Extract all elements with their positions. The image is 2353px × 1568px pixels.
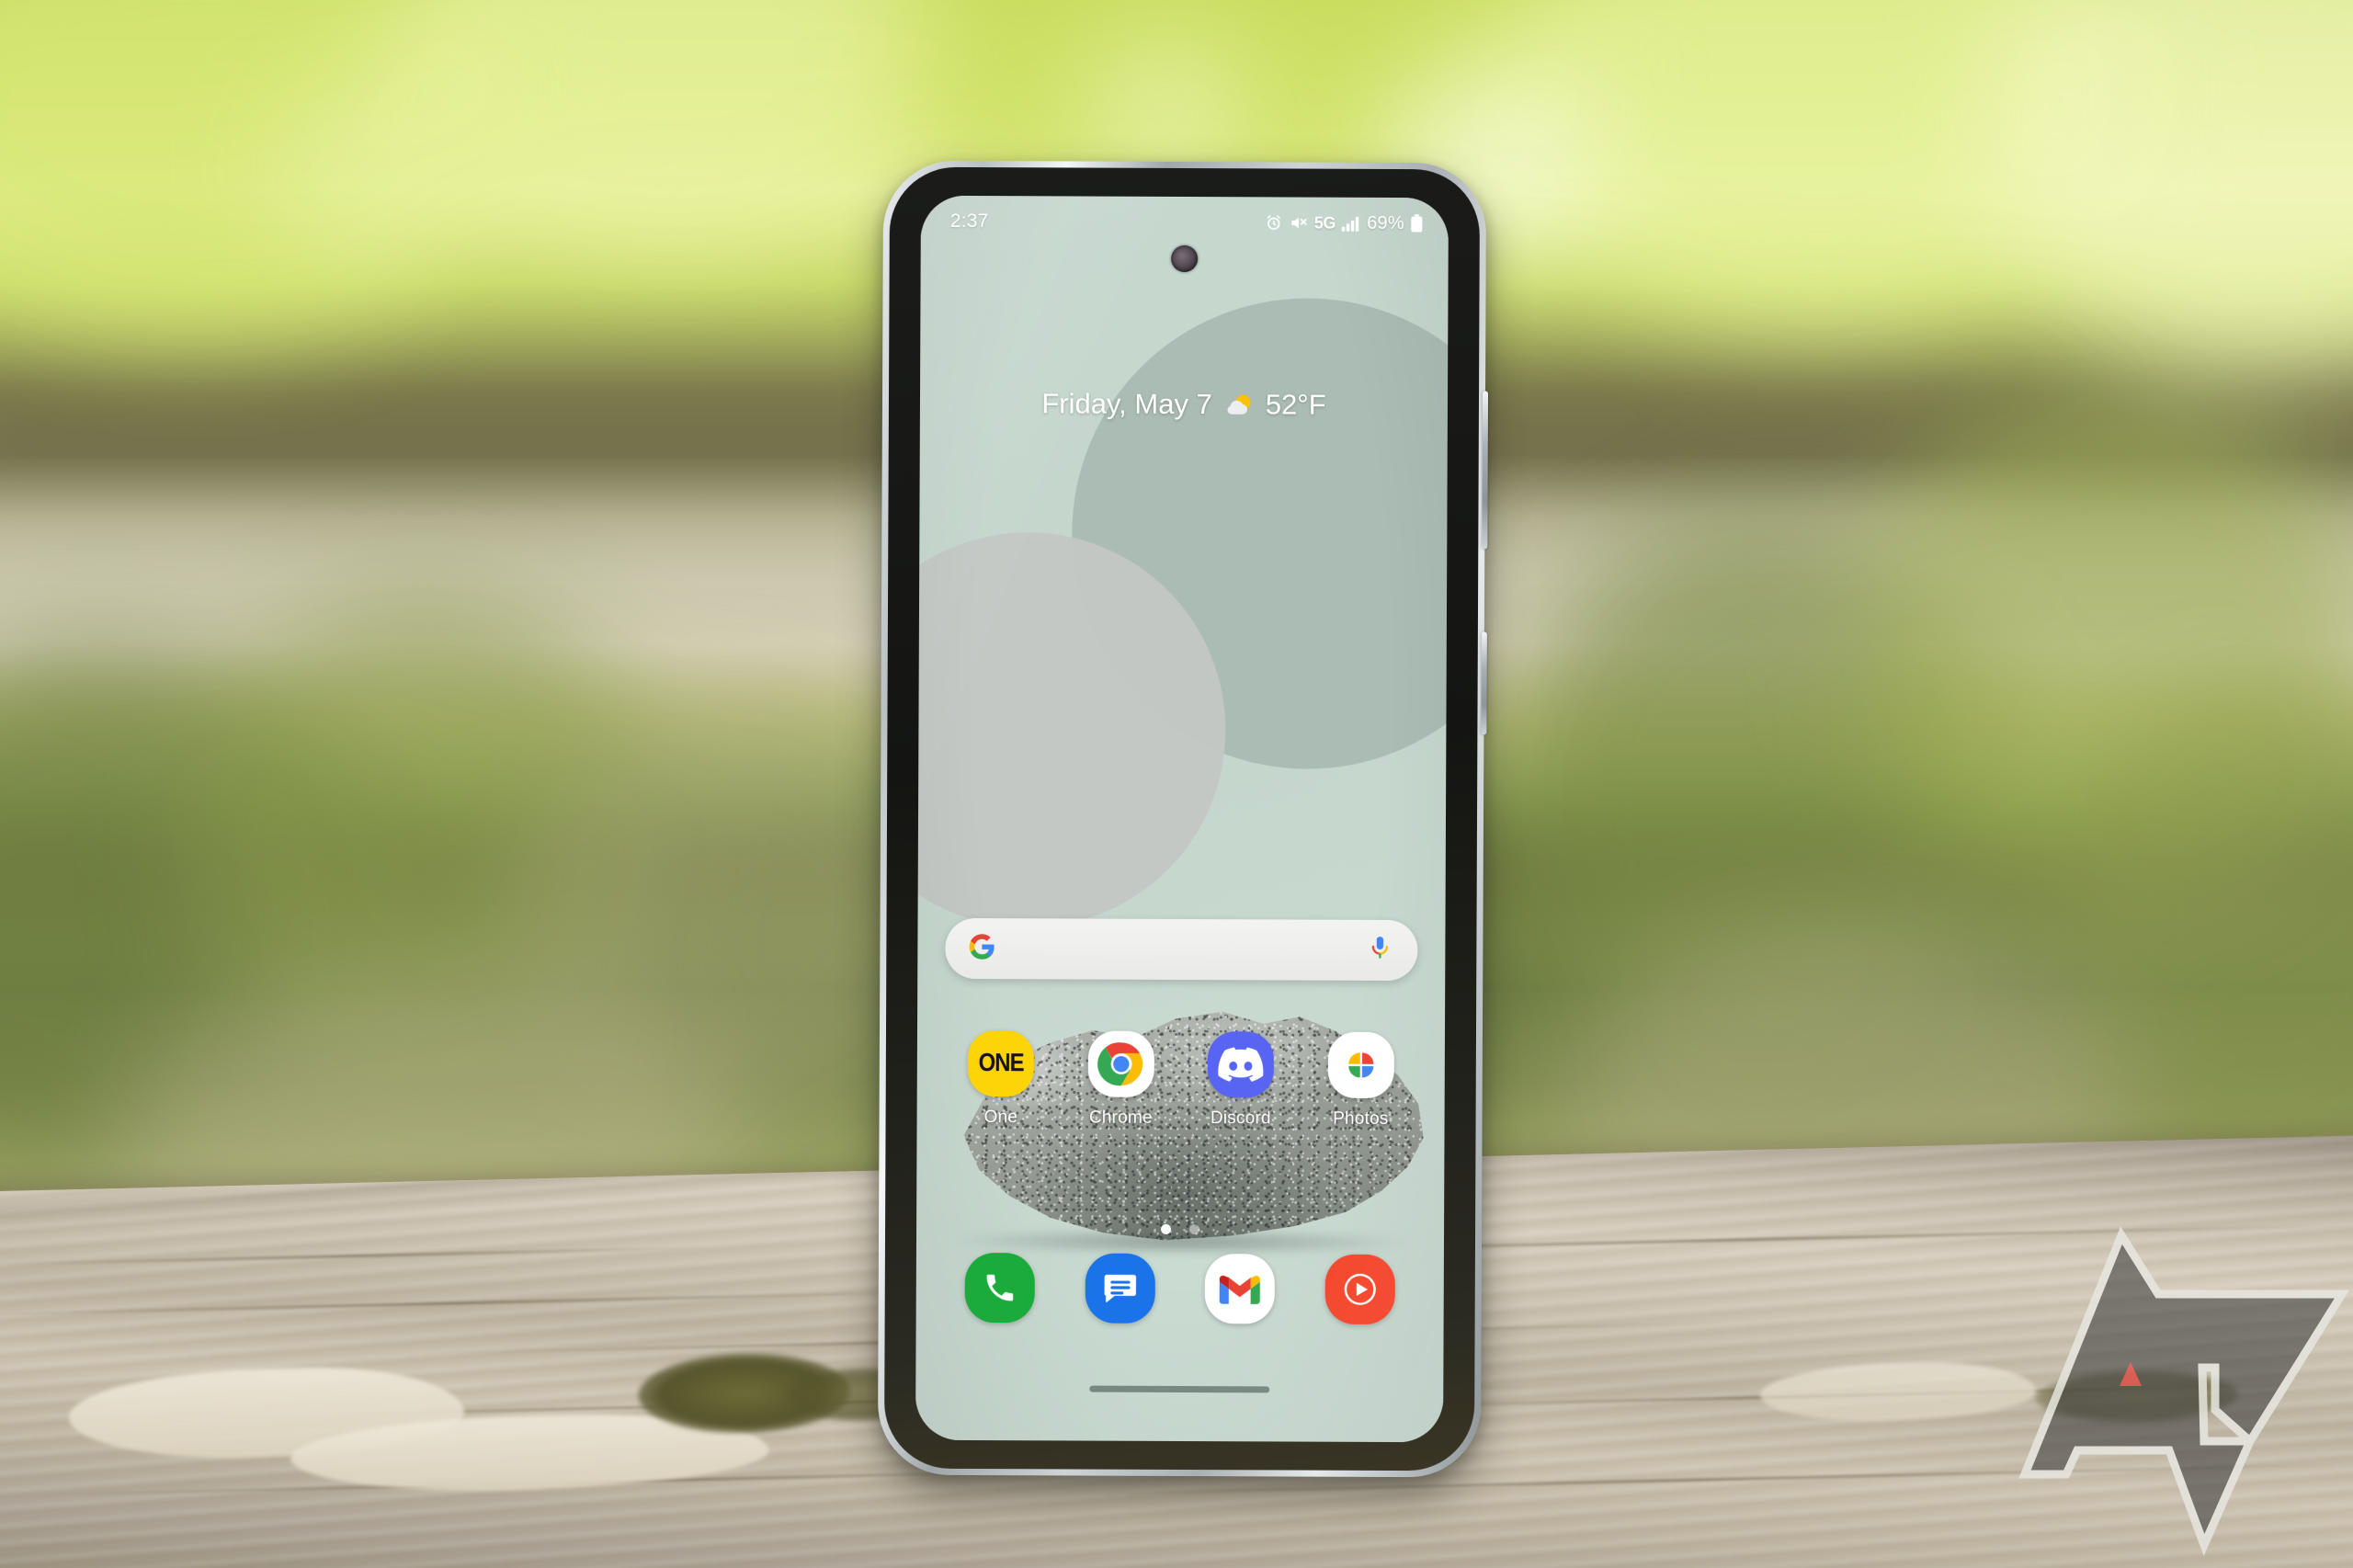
google-photos-icon[interactable] [1327, 1031, 1394, 1099]
glance-date: Friday, May 7 [1041, 387, 1212, 421]
app-dock [916, 1252, 1444, 1325]
phone-screen: 2:37 5G 69% Friday, May 7 52°F ONE One C… [915, 195, 1449, 1443]
glance-temperature: 52°F [1265, 388, 1326, 421]
dock-app-youtube-music[interactable] [1324, 1254, 1395, 1325]
microphone-icon[interactable] [1368, 935, 1392, 965]
dock-app-messages[interactable] [1085, 1253, 1155, 1324]
gmail-icon[interactable] [1204, 1254, 1276, 1324]
punch-hole-camera-icon [1171, 244, 1199, 273]
app-shortcut-one[interactable]: ONE One [953, 1029, 1049, 1128]
smartphone-device: 2:37 5G 69% Friday, May 7 52°F ONE One C… [877, 160, 1489, 1478]
app-label: Chrome [1088, 1108, 1153, 1128]
google-search-bar[interactable] [945, 917, 1418, 982]
app-shortcut-discord[interactable]: Discord [1193, 1031, 1289, 1129]
android-police-logo [1974, 1182, 2353, 1568]
app-label: One [983, 1108, 1018, 1128]
chrome-icon[interactable] [1087, 1030, 1154, 1097]
battery-icon [1411, 214, 1423, 233]
search-input[interactable] [995, 949, 1368, 950]
alarm-icon [1265, 213, 1283, 232]
battery-percent-label: 69% [1367, 212, 1404, 233]
status-bar[interactable]: 2:37 5G 69% [921, 196, 1449, 250]
status-bar-clock: 2:37 [949, 210, 989, 233]
status-bar-indicators: 5G 69% [1265, 212, 1423, 234]
app-shortcut-photos[interactable]: Photos [1313, 1031, 1408, 1130]
partly-cloudy-sun-icon [1223, 392, 1255, 417]
google-g-icon [968, 932, 995, 964]
signal-bars-icon [1342, 215, 1360, 232]
messages-icon[interactable] [1085, 1253, 1155, 1324]
youtube-music-icon[interactable] [1324, 1254, 1395, 1325]
discord-icon[interactable] [1207, 1031, 1275, 1098]
dock-app-phone[interactable] [964, 1252, 1036, 1324]
volume-rocker[interactable] [1482, 391, 1489, 550]
app-shortcut-chrome[interactable]: Chrome [1073, 1030, 1168, 1128]
home-screen-app-grid: ONE One Chrome Discord Photos [917, 1029, 1445, 1131]
phone-icon[interactable] [964, 1252, 1036, 1324]
page-dot-active[interactable] [1161, 1223, 1172, 1234]
app-label: Photos [1333, 1108, 1389, 1129]
network-type-label: 5G [1313, 213, 1336, 233]
power-button[interactable] [1481, 631, 1487, 735]
app-label: Discord [1210, 1108, 1271, 1129]
page-dot[interactable] [1189, 1224, 1200, 1235]
dock-app-gmail[interactable] [1204, 1254, 1276, 1324]
home-gesture-pill[interactable] [1089, 1385, 1270, 1393]
mute-icon [1290, 214, 1308, 233]
google-one-icon[interactable]: ONE [967, 1029, 1035, 1097]
photo-scene: 2:37 5G 69% Friday, May 7 52°F ONE One C… [0, 0, 2353, 1568]
at-a-glance-widget[interactable]: Friday, May 7 52°F [920, 387, 1448, 423]
